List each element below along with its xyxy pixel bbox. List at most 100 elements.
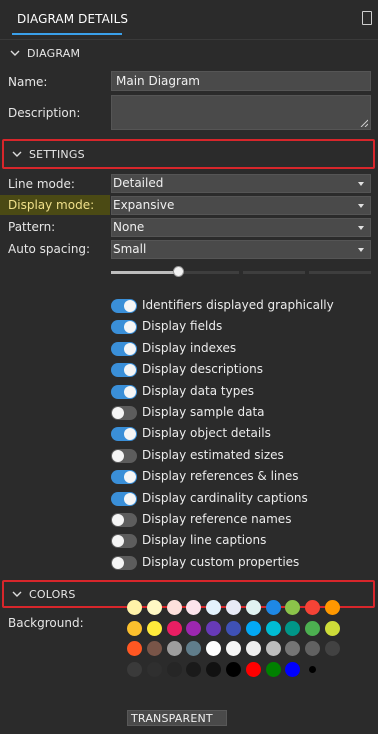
toggle-switch[interactable]	[111, 534, 137, 548]
toggle-label: Display descriptions	[142, 362, 264, 376]
color-swatch[interactable]	[245, 641, 261, 656]
color-swatch[interactable]	[285, 620, 301, 636]
toggle-knob	[112, 535, 124, 547]
slider-segment	[309, 271, 371, 274]
toggle-switch[interactable]	[111, 492, 137, 506]
toggle-row[interactable]: Display custom properties	[111, 554, 373, 572]
color-swatch[interactable]	[127, 641, 142, 656]
color-swatch[interactable]	[127, 600, 142, 615]
dropdown-caret-icon	[358, 204, 364, 208]
line-mode-select[interactable]: Detailed	[111, 174, 371, 193]
color-swatch[interactable]	[146, 641, 162, 656]
color-swatch[interactable]	[127, 620, 142, 636]
color-swatch[interactable]	[206, 620, 222, 636]
toggle-row[interactable]: Display fields	[111, 318, 373, 336]
color-swatch[interactable]	[265, 641, 281, 656]
color-swatch[interactable]	[206, 661, 222, 677]
color-swatch[interactable]	[226, 661, 241, 677]
toggle-switch[interactable]	[111, 470, 137, 484]
color-swatch[interactable]	[309, 665, 317, 673]
tab-bar: DIAGRAM DETAILS	[0, 0, 378, 40]
toggle-switch[interactable]	[111, 385, 137, 399]
color-swatch[interactable]	[305, 620, 321, 636]
resize-grip-icon[interactable]	[360, 119, 368, 127]
toggle-row[interactable]: Display object details	[111, 425, 373, 443]
color-swatch[interactable]	[285, 661, 301, 677]
color-swatch[interactable]	[166, 600, 182, 615]
toggle-switch[interactable]	[111, 427, 137, 441]
pattern-value: None	[113, 220, 145, 234]
toggle-switch[interactable]	[111, 299, 137, 313]
color-swatch[interactable]	[265, 600, 281, 615]
toggle-row[interactable]: Display sample data	[111, 404, 373, 422]
color-swatch[interactable]	[166, 641, 182, 656]
pattern-select[interactable]: None	[111, 218, 371, 237]
color-swatch[interactable]	[166, 620, 182, 636]
color-swatch[interactable]	[206, 600, 222, 615]
toggle-switch[interactable]	[111, 406, 137, 420]
toggle-row[interactable]: Identifiers displayed graphically	[111, 297, 373, 315]
color-swatch[interactable]	[285, 600, 301, 615]
color-swatch[interactable]	[245, 600, 261, 615]
transparent-button[interactable]: TRANSPARENT	[127, 710, 227, 726]
toggle-switch[interactable]	[111, 363, 137, 377]
color-swatch[interactable]	[146, 600, 162, 615]
auto-spacing-slider-track[interactable]	[111, 271, 371, 275]
color-swatch[interactable]	[226, 600, 241, 615]
color-swatch[interactable]	[265, 620, 281, 636]
toggle-switch[interactable]	[111, 556, 137, 570]
color-swatch[interactable]	[206, 641, 222, 656]
auto-spacing-slider-thumb[interactable]	[172, 266, 184, 277]
toggle-label: Display custom properties	[142, 555, 300, 569]
toggle-switch[interactable]	[111, 320, 137, 334]
toggle-switch[interactable]	[111, 342, 137, 356]
auto-spacing-value: Small	[113, 242, 147, 256]
color-swatch[interactable]	[305, 600, 321, 615]
color-swatch[interactable]	[245, 661, 261, 677]
auto-spacing-select[interactable]: Small	[111, 240, 371, 259]
color-swatch[interactable]	[245, 620, 261, 636]
toggle-knob	[124, 493, 136, 505]
color-swatch[interactable]	[325, 620, 340, 636]
section-diagram[interactable]: DIAGRAM	[0, 40, 378, 68]
color-swatch[interactable]	[186, 600, 202, 615]
toggle-row[interactable]: Display descriptions	[111, 361, 373, 379]
color-swatch[interactable]	[285, 641, 301, 656]
color-swatch[interactable]	[226, 620, 241, 636]
toggle-row[interactable]: Display estimated sizes	[111, 447, 373, 465]
slider-segment	[177, 271, 239, 274]
color-swatch[interactable]	[325, 600, 340, 615]
color-swatch[interactable]	[186, 661, 202, 677]
toggle-switch[interactable]	[111, 449, 137, 463]
tab-diagram-details[interactable]: DIAGRAM DETAILS	[17, 12, 128, 26]
color-swatch[interactable]	[186, 641, 202, 656]
panel-toggle-icon[interactable]	[362, 11, 372, 25]
color-swatch[interactable]	[127, 661, 142, 677]
color-swatch[interactable]	[166, 661, 182, 677]
toggle-row[interactable]: Display reference names	[111, 511, 373, 529]
slider-fill	[111, 271, 179, 274]
section-settings[interactable]: SETTINGS	[2, 139, 375, 169]
toggle-label: Display data types	[142, 384, 254, 398]
color-swatch[interactable]	[325, 641, 340, 656]
color-swatch[interactable]	[305, 641, 321, 656]
toggle-label: Identifiers displayed graphically	[142, 298, 334, 312]
toggle-row[interactable]: Display data types	[111, 383, 373, 401]
color-swatch[interactable]	[146, 620, 162, 636]
description-textarea[interactable]	[111, 95, 371, 130]
color-swatch[interactable]	[226, 641, 241, 656]
dropdown-caret-icon	[358, 248, 364, 252]
color-swatch[interactable]	[265, 661, 281, 677]
toggle-row[interactable]: Display references & lines	[111, 468, 373, 486]
color-swatch[interactable]	[146, 661, 162, 677]
color-swatch[interactable]	[186, 620, 202, 636]
toggle-switch[interactable]	[111, 513, 137, 527]
toggle-knob	[112, 557, 124, 569]
toggle-row[interactable]: Display line captions	[111, 532, 373, 550]
chevron-down-icon	[12, 151, 22, 157]
toggle-label: Display reference names	[142, 512, 292, 526]
toggle-row[interactable]: Display indexes	[111, 340, 373, 358]
display-mode-select[interactable]: Expansive	[111, 196, 371, 215]
toggle-row[interactable]: Display cardinality captions	[111, 490, 373, 508]
name-input[interactable]	[111, 71, 371, 91]
